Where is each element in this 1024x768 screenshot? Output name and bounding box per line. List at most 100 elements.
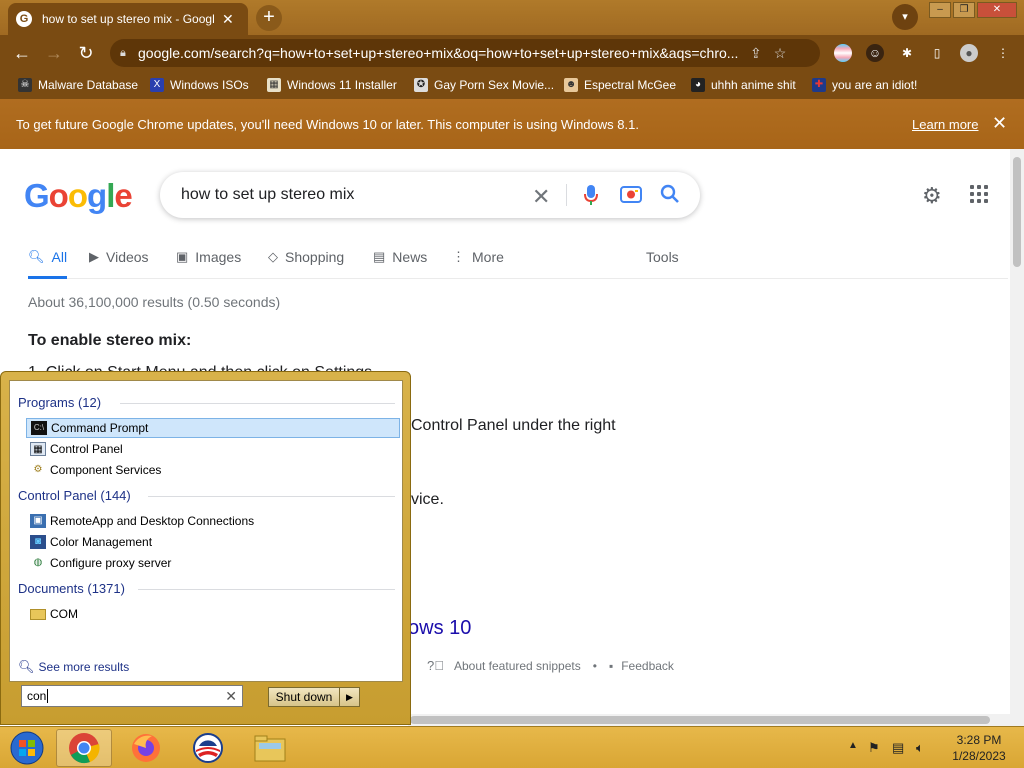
settings-gear-icon[interactable]: ⚙ bbox=[922, 183, 942, 209]
side-panel-icon[interactable]: ▯ bbox=[928, 44, 946, 62]
minimize-button[interactable]: – bbox=[929, 2, 951, 18]
vertical-scrollbar[interactable] bbox=[1010, 149, 1024, 714]
windows-orb-icon bbox=[10, 731, 44, 765]
bookmark-label: Gay Porn Sex Movie... bbox=[434, 78, 555, 92]
start-menu: Programs (12) C:\ Command Prompt ▦ Contr… bbox=[0, 371, 411, 725]
tab-news[interactable]: ▤ News bbox=[373, 249, 427, 265]
result-component-services[interactable]: ⚙ Component Services bbox=[26, 460, 400, 480]
extension-avatar-icon[interactable]: ☺ bbox=[866, 44, 884, 62]
search-box[interactable]: how to set up stereo mix ✕ bbox=[160, 172, 700, 218]
google-logo[interactable]: Google bbox=[24, 177, 133, 215]
divider bbox=[138, 589, 395, 590]
lock-icon: 🔒︎ bbox=[120, 46, 126, 59]
share-icon[interactable]: ⇪ bbox=[750, 45, 762, 62]
result-remoteapp[interactable]: ▣ RemoteApp and Desktop Connections bbox=[26, 511, 400, 531]
result-com-folder[interactable]: COM bbox=[26, 604, 400, 624]
see-more-results[interactable]: 🔍︎ See more results bbox=[18, 659, 129, 675]
bookmark-anime[interactable]: ◕ uhhh anime shit bbox=[691, 76, 796, 94]
bookmark-espectral-mcgee[interactable]: ☻ Espectral McGee bbox=[564, 76, 676, 94]
new-tab-button[interactable]: + bbox=[256, 5, 282, 31]
back-arrow-icon[interactable]: ← bbox=[10, 41, 34, 65]
restore-button[interactable]: ❐ bbox=[953, 2, 975, 18]
tab-shopping[interactable]: ◇ Shopping bbox=[268, 249, 344, 265]
address-bar[interactable]: 🔒︎ google.com/search?q=how+to+set+up+ste… bbox=[110, 39, 820, 67]
scroll-thumb[interactable] bbox=[410, 716, 990, 724]
taskbar-firefox[interactable] bbox=[118, 729, 174, 767]
microphone-icon[interactable] bbox=[584, 184, 598, 212]
bookmark-label: Malware Database bbox=[38, 78, 139, 92]
reload-icon[interactable]: ↻ bbox=[74, 41, 98, 65]
clear-search-icon[interactable]: ✕ bbox=[225, 688, 237, 705]
learn-more-link[interactable]: Learn more bbox=[912, 117, 978, 132]
result-label: Color Management bbox=[50, 535, 153, 549]
result-title-link[interactable]: ows 10 bbox=[408, 617, 471, 640]
tab-all[interactable]: 🔍︎ All bbox=[28, 249, 68, 279]
menu-kebab-icon[interactable]: ⋮ bbox=[994, 44, 1012, 62]
tab-close-icon[interactable]: ✕ bbox=[222, 11, 234, 28]
google-apps-icon[interactable] bbox=[970, 185, 988, 203]
see-more-label: See more results bbox=[38, 660, 130, 674]
shutdown-options-arrow-icon[interactable]: ▶ bbox=[340, 687, 360, 707]
horizontal-scrollbar[interactable] bbox=[408, 714, 1024, 726]
tab-more[interactable]: ⋮ More bbox=[452, 249, 504, 265]
show-hidden-icons-icon[interactable]: ▲ bbox=[848, 740, 858, 751]
camera-lens-icon[interactable] bbox=[620, 184, 642, 210]
tab-label: More bbox=[472, 249, 504, 265]
bookmark-windows-isos[interactable]: X Windows ISOs bbox=[150, 76, 249, 94]
taskbar-file-explorer[interactable] bbox=[242, 729, 298, 767]
tab-search-chevron-icon[interactable]: ▾ bbox=[892, 4, 918, 30]
result-command-prompt[interactable]: C:\ Command Prompt bbox=[26, 418, 400, 438]
result-color-management[interactable]: ◙ Color Management bbox=[26, 532, 400, 552]
extensions-puzzle-icon[interactable]: ✱ bbox=[898, 44, 916, 62]
taskbar-obama-app[interactable] bbox=[180, 729, 236, 767]
text-cursor bbox=[47, 689, 49, 703]
result-configure-proxy[interactable]: ◍ Configure proxy server bbox=[26, 553, 400, 573]
url-text: google.com/search?q=how+to+set+up+stereo… bbox=[138, 45, 738, 61]
programs-header[interactable]: Programs (12) bbox=[18, 395, 101, 410]
tab-images[interactable]: ▣ Images bbox=[176, 249, 241, 265]
tab-videos[interactable]: ▶ Videos bbox=[89, 249, 149, 265]
tab-tools[interactable]: Tools bbox=[646, 249, 679, 265]
bookmarks-bar: ☠ Malware Database X Windows ISOs ▦ Wind… bbox=[0, 71, 1024, 99]
separator-dot: • bbox=[592, 658, 597, 673]
feedback-link[interactable]: Feedback bbox=[621, 659, 674, 673]
start-search-input[interactable]: con ✕ bbox=[21, 685, 243, 707]
shutdown-button[interactable]: Shut down bbox=[268, 687, 340, 707]
bookmark-malware-database[interactable]: ☠ Malware Database bbox=[18, 76, 138, 94]
bookmark-gay-porn-sex-movie[interactable]: ✪ Gay Porn Sex Movie... bbox=[414, 76, 554, 94]
clear-icon[interactable]: ✕ bbox=[532, 184, 550, 210]
google-favicon-icon: G bbox=[16, 11, 32, 27]
folder-icon bbox=[30, 608, 46, 620]
x-icon: X bbox=[150, 78, 164, 92]
scroll-thumb[interactable] bbox=[1013, 157, 1021, 267]
bookmark-windows-11-installer[interactable]: ▦ Windows 11 Installer bbox=[267, 76, 397, 94]
system-clock[interactable]: 3:28 PM 1/28/2023 bbox=[944, 732, 1014, 764]
action-center-flag-icon[interactable]: ⚑ bbox=[868, 740, 880, 756]
about-featured-snippets-link[interactable]: About featured snippets bbox=[454, 659, 581, 673]
search-icon[interactable] bbox=[660, 184, 680, 210]
bookmark-you-are-an-idiot[interactable]: ✚ you are an idiot! bbox=[812, 76, 917, 94]
close-window-button[interactable]: ✕ bbox=[977, 2, 1017, 18]
bookmark-star-icon[interactable]: ☆ bbox=[774, 45, 787, 62]
infobar-close-icon[interactable]: ✕ bbox=[992, 113, 1007, 134]
documents-header[interactable]: Documents (1371) bbox=[18, 581, 125, 596]
volume-icon[interactable]: 🔈︎ bbox=[916, 740, 924, 756]
browser-tab[interactable]: G how to set up stereo mix - Google ✕ bbox=[8, 3, 248, 35]
search-icon: 🔍︎ bbox=[28, 249, 45, 264]
infobar-message: To get future Google Chrome updates, you… bbox=[16, 117, 639, 132]
control-panel-header[interactable]: Control Panel (144) bbox=[18, 488, 131, 503]
start-button[interactable] bbox=[0, 729, 54, 767]
snippet-heading: To enable stereo mix: bbox=[28, 332, 192, 349]
divider bbox=[120, 403, 395, 404]
tag-icon: ◇ bbox=[268, 249, 278, 264]
network-icon[interactable]: ▤ bbox=[892, 740, 904, 756]
badge-icon: ✪ bbox=[414, 78, 428, 92]
result-control-panel[interactable]: ▦ Control Panel bbox=[26, 439, 400, 459]
taskbar-chrome[interactable] bbox=[56, 729, 112, 767]
play-icon: ▶ bbox=[89, 249, 99, 264]
result-label: RemoteApp and Desktop Connections bbox=[50, 514, 255, 528]
profile-avatar-icon[interactable]: ● bbox=[960, 44, 978, 62]
forward-arrow-icon[interactable]: → bbox=[42, 41, 66, 65]
extension-flag-icon[interactable] bbox=[834, 44, 852, 62]
search-input[interactable]: how to set up stereo mix bbox=[181, 186, 521, 204]
